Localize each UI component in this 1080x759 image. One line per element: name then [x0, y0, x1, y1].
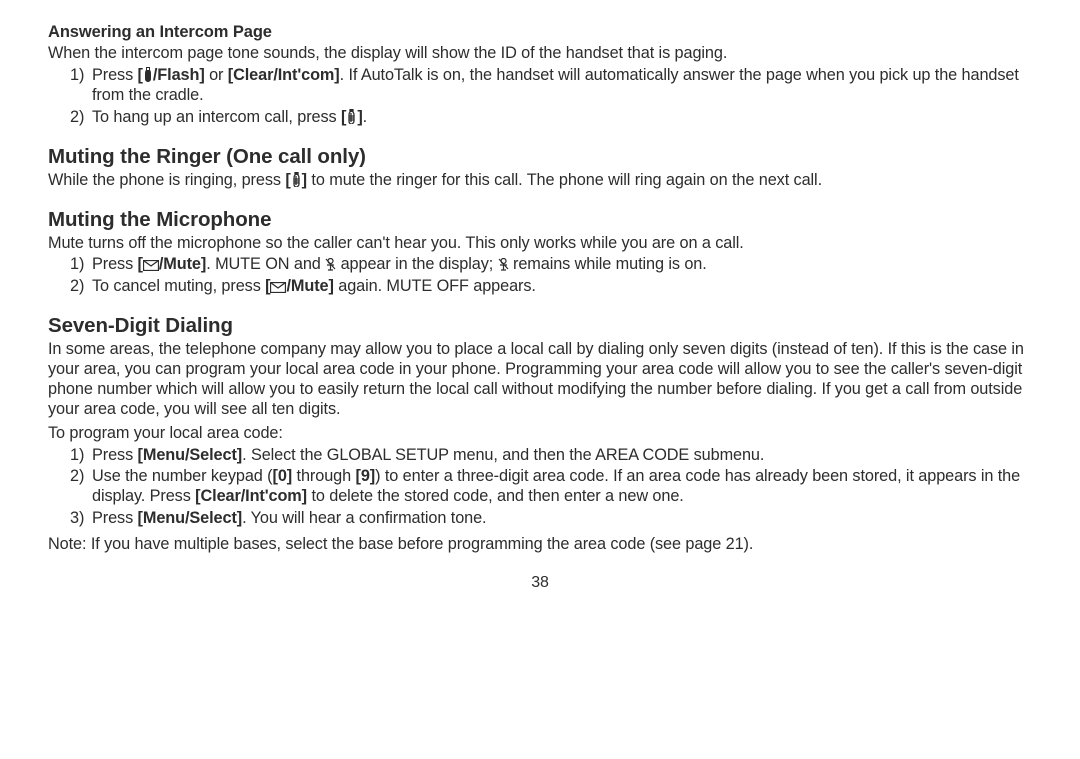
text: Press — [92, 255, 138, 273]
end-icon — [346, 109, 357, 124]
heading-muting-ringer: Muting the Ringer (One call only) — [48, 144, 1032, 169]
envelope-icon — [143, 260, 159, 271]
text: . Select the GLOBAL SETUP menu, and then… — [242, 446, 764, 464]
key-label: [Clear/Int'com] — [228, 66, 340, 84]
envelope-icon — [270, 282, 286, 293]
list-item: Press [/Mute]. MUTE ON and appear in the… — [70, 255, 1032, 275]
text: Press — [92, 509, 138, 527]
text-muting-ringer: While the phone is ringing, press [] to … — [48, 171, 1032, 191]
intro-answering-intercom: When the intercom page tone sounds, the … — [48, 44, 1032, 64]
text: While the phone is ringing, press — [48, 171, 285, 189]
key-label: [Menu/Select] — [138, 509, 243, 527]
heading-muting-mic: Muting the Microphone — [48, 207, 1032, 232]
note-seven-digit: Note: If you have multiple bases, select… — [48, 535, 1032, 555]
list-item: Press [Menu/Select]. You will hear a con… — [70, 509, 1032, 529]
text: through — [292, 467, 355, 485]
heading-seven-digit: Seven-Digit Dialing — [48, 313, 1032, 338]
text: . You will hear a confirmation tone. — [242, 509, 486, 527]
text: remains while muting is on. — [509, 255, 707, 273]
key-label: [Clear/Int'com] — [195, 487, 307, 505]
text: or — [205, 66, 228, 84]
mute-indicator-icon — [498, 258, 509, 271]
text: Press — [92, 446, 138, 464]
key-label: [9] — [356, 467, 376, 485]
heading-answering-intercom: Answering an Intercom Page — [48, 22, 1032, 42]
key-label: [Menu/Select] — [138, 446, 243, 464]
list-item: Press [Menu/Select]. Select the GLOBAL S… — [70, 446, 1032, 466]
lead-seven-digit: To program your local area code: — [48, 424, 1032, 444]
text: again. MUTE OFF appears. — [334, 277, 536, 295]
key-label: /Mute] — [159, 255, 206, 273]
list-item: To cancel muting, press [/Mute] again. M… — [70, 277, 1032, 297]
page-number: 38 — [48, 573, 1032, 593]
intro-muting-mic: Mute turns off the microphone so the cal… — [48, 234, 1032, 254]
text: to delete the stored code, and then ente… — [307, 487, 684, 505]
text: to mute the ringer for this call. The ph… — [307, 171, 822, 189]
talk-icon — [143, 67, 153, 82]
text: To hang up an intercom call, press — [92, 108, 341, 126]
text: Press — [92, 66, 138, 84]
steps-seven-digit: Press [Menu/Select]. Select the GLOBAL S… — [48, 446, 1032, 530]
end-icon — [291, 172, 302, 187]
intro-seven-digit: In some areas, the telephone company may… — [48, 340, 1032, 420]
key-label: /Mute] — [286, 277, 333, 295]
list-item: Press [/Flash] or [Clear/Int'com]. If Au… — [70, 66, 1032, 106]
steps-answering-intercom: Press [/Flash] or [Clear/Int'com]. If Au… — [48, 66, 1032, 128]
key-label: [0] — [273, 467, 293, 485]
text: appear in the display; — [336, 255, 497, 273]
key-label: /Flash] — [153, 66, 205, 84]
text: Use the number keypad ( — [92, 467, 273, 485]
text: To cancel muting, press — [92, 277, 265, 295]
list-item: Use the number keypad ([0] through [9]) … — [70, 467, 1032, 507]
text: . MUTE ON and — [206, 255, 325, 273]
steps-muting-mic: Press [/Mute]. MUTE ON and appear in the… — [48, 255, 1032, 297]
mute-indicator-icon — [325, 258, 336, 271]
list-item: To hang up an intercom call, press []. — [70, 108, 1032, 128]
text: . — [363, 108, 367, 126]
